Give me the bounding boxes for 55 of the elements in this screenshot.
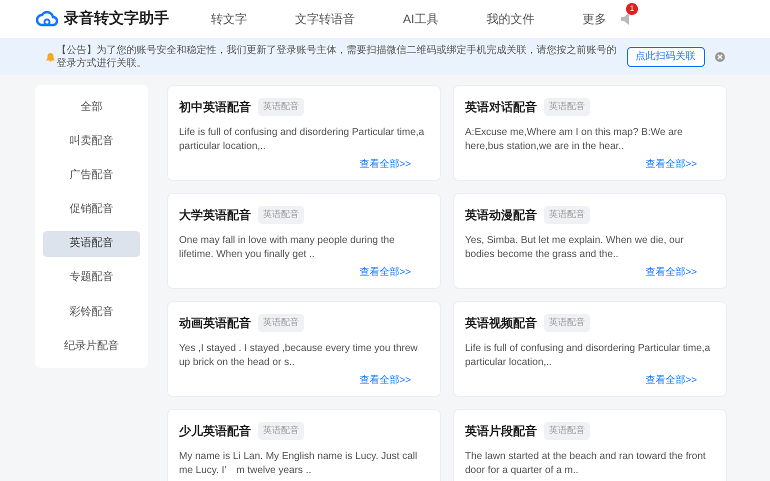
card-excerpt: Yes ,I stayed . I stayed ,because every time you threw up brick on the head or s.. [179,342,419,370]
voice-card[interactable]: 少儿英语配音 英语配音 My name is Li Lan. My English name is Lucy. Just call me Lucy. I’ m twelve years .. [167,409,441,481]
category-tag: 英语配音 [544,314,590,332]
category-tag: 英语配音 [258,206,304,224]
card-excerpt: Life is full of confusing and disordering Particular time,a particular location,.. [179,126,426,154]
nav-link[interactable]: 更多 [582,10,606,28]
category-item[interactable]: 英语配音 [43,230,140,257]
voice-card[interactable]: 英语视频配音 英语配音 Life is full of confusing and disordering Particular time,a particular location,.. 查看全部>> [453,301,727,397]
category-tag: 英语配音 [544,206,590,224]
view-all-link[interactable]: 查看全部>> [645,157,697,172]
card-title: 英语片段配音 [465,423,537,440]
category-item[interactable]: 促销配音 [43,196,140,222]
card-title: 英语视频配音 [465,315,537,332]
view-all-link[interactable]: 查看全部>> [645,265,697,280]
card-excerpt: Yes, Simba. But let me explain. When we die, our bodies become the grass and the.. [465,234,685,262]
card-excerpt: The lawn started at the beach and ran toward the front door for a quarter of a m.. [465,450,707,478]
category-item[interactable]: 专题配音 [43,264,140,291]
voice-card[interactable]: 英语动漫配音 英语配音 Yes, Simba. But let me explain. When we die, our bodies become the grass and the.. 查看全部>> [453,193,727,289]
card-excerpt: A:Excuse me,Where am I on this map? B:We are here,bus station,we are in the hear.. [465,126,684,154]
voice-card[interactable]: 初中英语配音 英语配音 Life is full of confusing and disordering Particular time,a particular location,.. 查看全部>> [167,85,441,181]
view-all-link[interactable]: 查看全部>> [359,265,411,280]
card-excerpt: Life is full of confusing and disordering Particular time,a particular location,.. [465,342,712,370]
scan-link-button[interactable]: 点此扫码关联 [626,46,704,66]
card-title: 大学英语配音 [179,207,251,224]
card-excerpt: One may fall in love with many people during the lifetime. When you finally get .. [179,234,396,262]
card-title: 英语动漫配音 [465,207,537,224]
view-all-link[interactable]: 查看全部>> [645,373,697,388]
notification-badge: 1 [626,3,638,15]
category-item[interactable]: 彩铃配音 [43,298,140,325]
view-all-link[interactable]: 查看全部>> [359,373,411,388]
voice-card[interactable]: 动画英语配音 英语配音 Yes ,I stayed . I stayed ,because every time you threw up brick on the head or s.. 查看全部>> [167,301,441,397]
app-title: 录音转文字助手 [64,8,169,29]
card-title: 少儿英语配音 [179,423,251,440]
notice-text: 【公告】为了您的账号安全和稳定性，我们更新了登录账号主体，需要扫描微信二维码或绑定手机完成关联，请您按之前账号的登录方式进行关联。 [56,44,616,70]
category-tag: 英语配音 [544,422,590,440]
card-title: 英语对话配音 [465,99,537,116]
category-tag: 英语配音 [258,98,304,116]
nav-link[interactable]: 转文字 [211,10,247,28]
category-item[interactable]: 纪录片配音 [43,332,140,359]
category-item[interactable]: 全部 [43,94,140,120]
category-item[interactable]: 叫卖配音 [43,128,140,154]
voice-card[interactable]: 英语对话配音 英语配音 A:Excuse me,Where am I on this map? B:We are here,bus station,we are in the hear.. 查看全部>> [453,85,727,181]
category-tag: 英语配音 [258,422,304,440]
card-title: 初中英语配音 [179,99,251,116]
category-tag: 英语配音 [544,98,590,116]
category-item[interactable]: 广告配音 [43,162,140,188]
card-title: 动画英语配音 [179,315,251,332]
nav-link[interactable]: 我的文件 [486,10,534,28]
nav-link[interactable]: AI工具 [403,10,438,28]
category-tag: 英语配音 [258,314,304,332]
nav-link[interactable]: 文字转语音 [295,10,355,28]
voice-card[interactable]: 大学英语配音 英语配音 One may fall in love with many people during the lifetime. When you finally get .. 查看全部>> [167,193,441,289]
view-all-link[interactable]: 查看全部>> [359,157,411,172]
voice-card[interactable]: 英语片段配音 英语配音 The lawn started at the beach and ran toward the front door for a quarter of a m.. [453,409,727,481]
card-excerpt: My name is Li Lan. My English name is Lucy. Just call me Lucy. I’ m twelve years .. [179,450,418,478]
